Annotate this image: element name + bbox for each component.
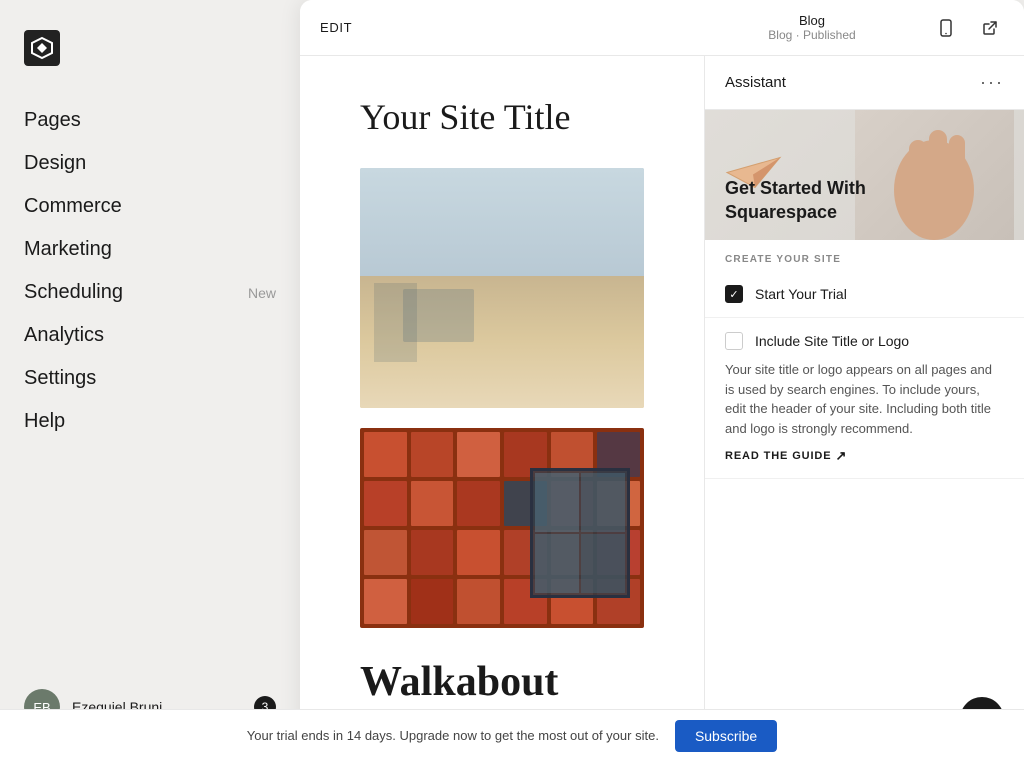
section-label: CREATE YOUR SITE [705, 240, 1024, 271]
trial-checkbox[interactable] [725, 285, 743, 303]
title-description: Your site title or logo appears on all p… [725, 360, 1004, 438]
external-link-icon[interactable] [976, 14, 1004, 42]
main-content: EDIT Blog Blog · Published [300, 0, 1024, 761]
checklist-item-trial: Start Your Trial [705, 271, 1024, 318]
page-name: Blog [768, 13, 855, 28]
hero-text: Get Started With Squarespace [725, 177, 866, 224]
sidebar-item-help[interactable]: Help [24, 402, 276, 441]
topbar-actions [932, 14, 1004, 42]
blog-content[interactable]: Your Site Title [300, 56, 704, 761]
sidebar-item-marketing[interactable]: Marketing [24, 230, 276, 269]
walkabout-title: Walkabout [360, 658, 644, 706]
squarespace-logo [24, 30, 60, 66]
sidebar-item-commerce[interactable]: Commerce [24, 187, 276, 226]
page-info: Blog Blog · Published [768, 13, 855, 42]
assistant-panel: Assistant ··· [704, 56, 1024, 761]
sidebar-item-analytics[interactable]: Analytics [24, 316, 276, 355]
scheduling-badge: New [248, 285, 276, 301]
title-label: Include Site Title or Logo [755, 333, 909, 349]
logo-area [0, 20, 300, 101]
assistant-hero: Get Started With Squarespace [705, 110, 1024, 240]
bottom-bar: Your trial ends in 14 days. Upgrade now … [0, 709, 1024, 761]
content-wrapper: Your Site Title [300, 56, 1024, 761]
checklist-item-trial-header[interactable]: Start Your Trial [725, 285, 1004, 303]
subscribe-button[interactable]: Subscribe [675, 720, 777, 752]
blog-image-abstract [360, 168, 644, 408]
trial-message: Your trial ends in 14 days. Upgrade now … [247, 728, 659, 743]
read-guide-link[interactable]: READ THE GUIDE ↗ [725, 448, 1004, 464]
assistant-menu-button[interactable]: ··· [980, 72, 1004, 93]
hand-icon [874, 110, 994, 240]
arrow-icon: ↗ [835, 448, 847, 464]
title-checkbox[interactable] [725, 332, 743, 350]
mobile-preview-icon[interactable] [932, 14, 960, 42]
checklist-item-title-header[interactable]: Include Site Title or Logo [725, 332, 1004, 350]
topbar: EDIT Blog Blog · Published [300, 0, 1024, 56]
sidebar: Pages Design Commerce Marketing Scheduli… [0, 0, 300, 761]
edit-button[interactable]: EDIT [320, 20, 352, 35]
abstract-image [360, 168, 644, 408]
site-title: Your Site Title [360, 96, 644, 138]
sidebar-item-settings[interactable]: Settings [24, 359, 276, 398]
assistant-header: Assistant ··· [705, 56, 1024, 110]
sidebar-item-scheduling[interactable]: Scheduling New [24, 273, 276, 312]
checklist-item-title: Include Site Title or Logo Your site tit… [705, 318, 1024, 479]
sidebar-item-design[interactable]: Design [24, 144, 276, 183]
breadcrumb: Blog · Published [768, 28, 855, 42]
hero-heading: Get Started With Squarespace [725, 177, 866, 224]
blog-image-brick [360, 428, 644, 628]
main-nav: Pages Design Commerce Marketing Scheduli… [0, 101, 300, 673]
trial-label: Start Your Trial [755, 286, 847, 302]
assistant-title: Assistant [725, 74, 786, 91]
sidebar-item-pages[interactable]: Pages [24, 101, 276, 140]
